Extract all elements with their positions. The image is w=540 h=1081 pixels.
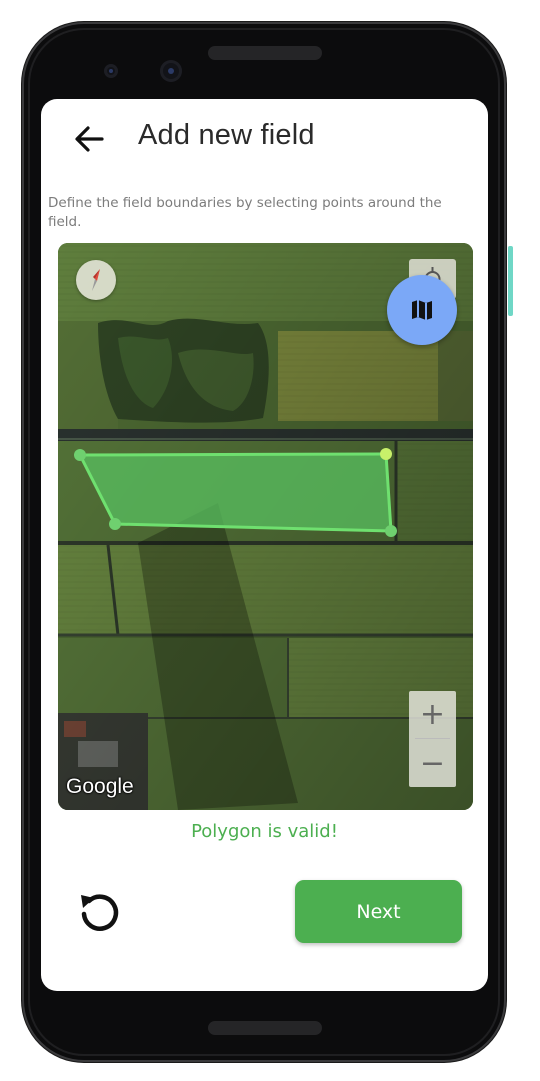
compass-button[interactable] bbox=[76, 260, 116, 300]
zoom-divider bbox=[415, 738, 450, 739]
polygon-vertex bbox=[109, 518, 121, 530]
field-polygon bbox=[77, 452, 393, 533]
phone-sensor bbox=[104, 64, 118, 78]
zoom-in-button[interactable]: + bbox=[409, 691, 456, 738]
google-attribution: Google bbox=[66, 775, 134, 798]
polygon-vertex bbox=[385, 525, 397, 537]
polygon-vertex bbox=[380, 448, 392, 460]
phone-side-button bbox=[508, 246, 513, 316]
reset-button[interactable] bbox=[75, 888, 123, 936]
phone-top-speaker bbox=[208, 46, 322, 60]
map-layer-button[interactable] bbox=[387, 275, 457, 345]
reset-icon bbox=[81, 894, 119, 931]
satellite-map[interactable]: + − Google bbox=[58, 243, 473, 810]
polygon-vertex bbox=[74, 449, 86, 461]
next-button[interactable]: Next bbox=[295, 880, 462, 943]
page-title: Add new field bbox=[138, 119, 315, 151]
app-screen: Add new field Define the field boundarie… bbox=[41, 99, 488, 991]
zoom-controls: + − bbox=[409, 691, 456, 787]
phone-bottom-speaker bbox=[208, 1021, 322, 1035]
map-icon bbox=[412, 300, 432, 320]
phone-front-camera bbox=[160, 60, 182, 82]
arrow-left-icon bbox=[75, 126, 104, 152]
zoom-out-button[interactable]: − bbox=[409, 740, 456, 787]
compass-icon bbox=[92, 269, 100, 291]
back-button[interactable] bbox=[71, 121, 107, 157]
instructions-text: Define the field boundaries by selecting… bbox=[48, 195, 442, 230]
polygon-status: Polygon is valid! bbox=[191, 821, 338, 842]
